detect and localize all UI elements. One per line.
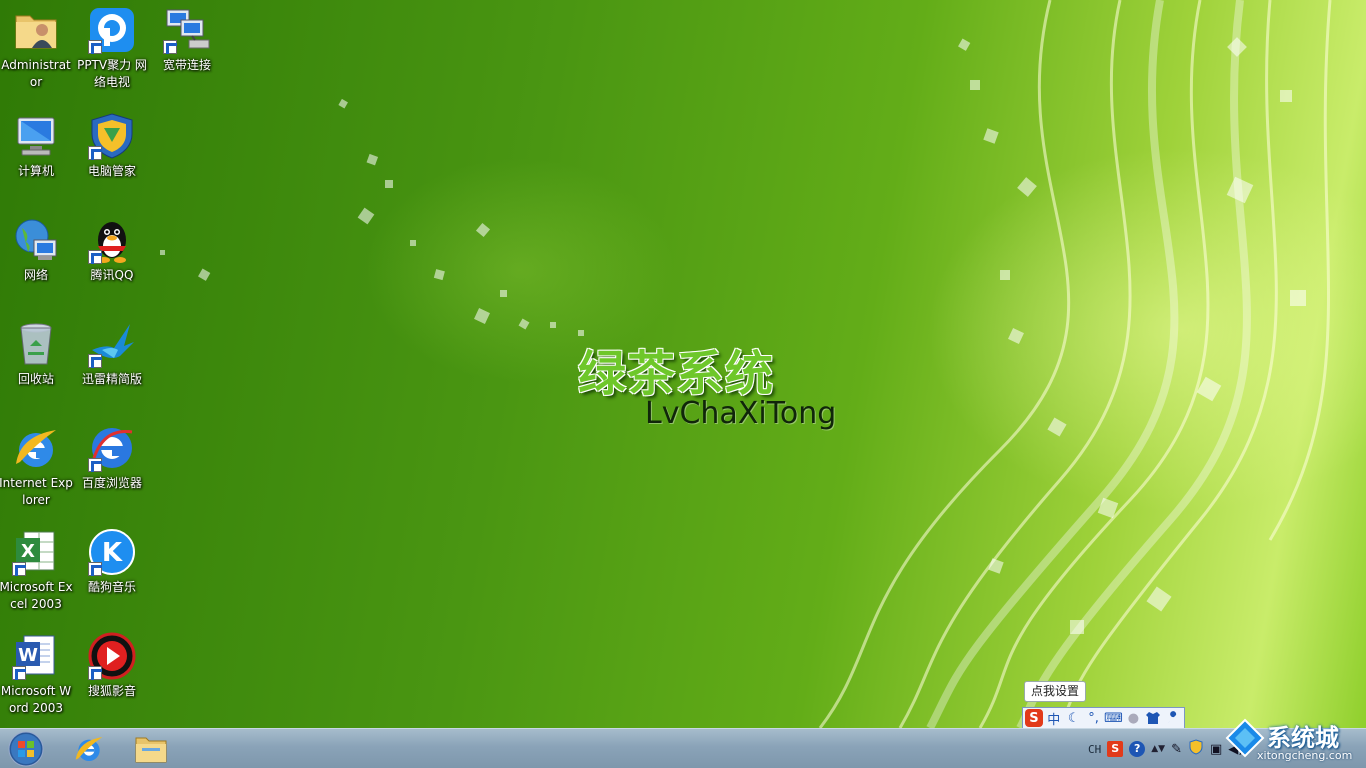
wallpaper-subtitle: LvChaXiTong xyxy=(645,396,837,431)
icon-label: 网络 xyxy=(23,268,48,282)
shortcut-arrow-icon xyxy=(12,666,26,680)
xunlei-bird-icon xyxy=(88,320,136,368)
shortcut-arrow-icon xyxy=(88,562,102,576)
desktop-icon-baidu-browser[interactable]: 百度浏览器 xyxy=(76,420,148,516)
ie-icon xyxy=(12,424,60,472)
desktop-icon-pptv[interactable]: PPTV聚力 网络电视 xyxy=(76,2,148,98)
icon-label: 百度浏览器 xyxy=(81,476,142,490)
icon-label: Microsoft Word 2003 xyxy=(0,684,72,715)
shortcut-arrow-icon xyxy=(163,40,177,54)
user-folder-icon xyxy=(12,6,60,54)
ime-mode-toggle[interactable]: 中 xyxy=(1045,709,1063,728)
desktop-icon-word-2003[interactable]: W Microsoft Word 2003 xyxy=(0,628,72,724)
excel-icon: X xyxy=(12,528,60,576)
desktop-icon-pc-manager[interactable]: 电脑管家 xyxy=(76,108,148,204)
ie-icon xyxy=(75,737,103,761)
desktop-icon-sohu-video[interactable]: 搜狐影音 xyxy=(76,628,148,724)
qq-penguin-icon xyxy=(88,216,136,264)
taskbar-ie-button[interactable] xyxy=(62,731,116,767)
shortcut-arrow-icon xyxy=(88,666,102,680)
moon-icon[interactable]: ☾ xyxy=(1065,709,1083,727)
svg-text:X: X xyxy=(21,541,35,562)
punctuation-icon[interactable]: °, xyxy=(1085,709,1103,727)
ime-settings-tooltip[interactable]: 点我设置 xyxy=(1024,681,1087,702)
help-icon[interactable]: ? xyxy=(1129,741,1146,757)
icon-label: 电脑管家 xyxy=(87,164,136,178)
icon-label: Microsoft Excel 2003 xyxy=(0,580,73,611)
icon-label: Internet Explorer xyxy=(0,476,73,507)
desktop[interactable]: Administrator 计算机 网络 回收站 Internet Explor… xyxy=(0,0,1366,728)
pc-manager-shield-icon xyxy=(88,112,136,160)
svg-text:W: W xyxy=(18,645,38,666)
icon-label: 搜狐影音 xyxy=(87,684,136,698)
site-watermark: 系统城 xitongcheng.com xyxy=(1225,718,1366,768)
tray-expand-icon[interactable]: ▲▼ xyxy=(1151,744,1165,754)
sound-icon[interactable]: ✎ xyxy=(1171,742,1182,757)
icon-label: PPTV聚力 网络电视 xyxy=(77,58,147,89)
desktop-icon-broadband[interactable]: 宽带连接 xyxy=(151,2,223,98)
taskbar: CH S ? ▲▼ ✎ ▣ ◀) 14:31 xyxy=(0,728,1366,768)
desktop-icon-network[interactable]: 网络 xyxy=(0,212,72,308)
icon-label: Administrator xyxy=(1,58,71,89)
user-icon[interactable]: ● xyxy=(1124,709,1142,727)
shortcut-arrow-icon xyxy=(88,354,102,368)
sogou-logo-icon[interactable]: S xyxy=(1025,709,1043,727)
desktop-icon-recycle-bin[interactable]: 回收站 xyxy=(0,316,72,412)
desktop-icon-excel-2003[interactable]: X Microsoft Excel 2003 xyxy=(0,524,73,620)
network-tray-icon[interactable]: ▣ xyxy=(1210,742,1222,757)
icon-label: 计算机 xyxy=(17,164,54,178)
network-globe-icon xyxy=(12,216,60,264)
shortcut-arrow-icon xyxy=(88,40,102,54)
shortcut-arrow-icon xyxy=(88,146,102,160)
shortcut-arrow-icon xyxy=(88,250,102,264)
word-icon: W xyxy=(12,632,60,680)
pptv-icon xyxy=(88,6,136,54)
start-orb-icon xyxy=(8,731,44,767)
shortcut-arrow-icon xyxy=(12,562,26,576)
start-button[interactable] xyxy=(6,730,46,768)
desktop-icon-qq[interactable]: 腾讯QQ xyxy=(76,212,148,308)
icon-label: 酷狗音乐 xyxy=(87,580,136,594)
sogou-tray-icon[interactable]: S xyxy=(1107,741,1124,757)
desktop-icon-kugou[interactable]: K 酷狗音乐 xyxy=(76,524,148,620)
svg-text:K: K xyxy=(102,538,123,568)
shortcut-arrow-icon xyxy=(88,458,102,472)
taskbar-explorer-button[interactable] xyxy=(124,731,178,767)
skin-shirt-icon[interactable] xyxy=(1144,709,1162,727)
wrench-icon[interactable] xyxy=(1164,709,1182,727)
watermark-title: 系统城 xyxy=(1267,724,1339,752)
ime-toolbar[interactable]: S 中 ☾ °, ⌨ ● xyxy=(1022,707,1185,728)
desktop-icon-computer[interactable]: 计算机 xyxy=(0,108,72,204)
icon-label: 迅雷精简版 xyxy=(81,372,142,386)
pc-manager-tray-icon[interactable] xyxy=(1188,739,1204,759)
wallpaper-title: 绿茶系统 xyxy=(578,346,775,402)
explorer-folder-icon xyxy=(135,737,167,763)
sohu-video-icon xyxy=(88,632,136,680)
desktop-icon-internet-explorer[interactable]: Internet Explorer xyxy=(0,420,73,516)
language-indicator[interactable]: CH xyxy=(1088,743,1101,756)
broadband-connection-icon xyxy=(163,6,211,54)
watermark-url: xitongcheng.com xyxy=(1257,749,1353,762)
icon-label: 回收站 xyxy=(17,372,54,386)
computer-icon xyxy=(12,112,60,160)
desktop-icon-administrator[interactable]: Administrator xyxy=(0,2,72,98)
system-tray: CH S ? ▲▼ ✎ ▣ ◀) xyxy=(1088,729,1243,768)
keyboard-icon[interactable]: ⌨ xyxy=(1104,709,1123,727)
icon-label: 腾讯QQ xyxy=(90,268,134,282)
baidu-browser-icon xyxy=(88,424,136,472)
recycle-bin-icon xyxy=(12,320,60,368)
desktop-icon-xunlei[interactable]: 迅雷精简版 xyxy=(76,316,148,412)
kugou-icon: K xyxy=(88,528,136,576)
icon-label: 宽带连接 xyxy=(162,58,211,72)
